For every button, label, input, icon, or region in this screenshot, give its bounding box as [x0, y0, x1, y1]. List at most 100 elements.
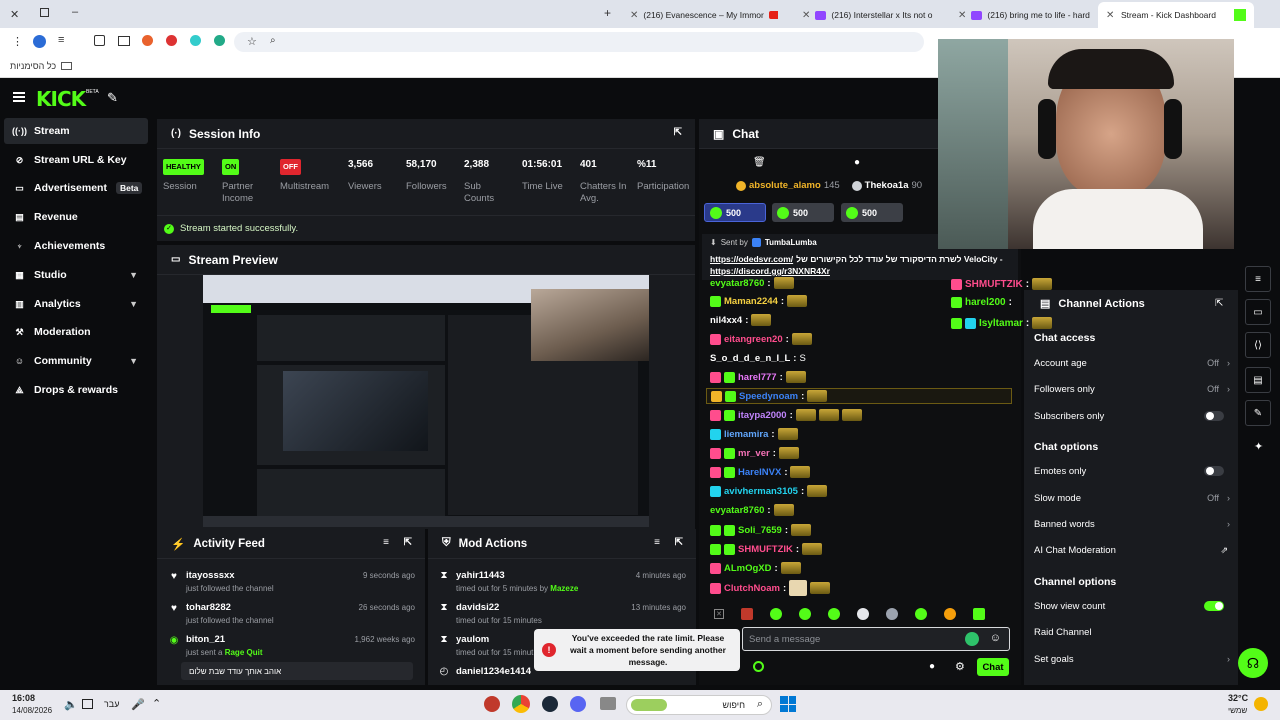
emote-icon[interactable]: [799, 608, 811, 620]
mod-action-user[interactable]: daniel1234e1414: [456, 666, 531, 677]
speaker-icon[interactable]: 🔈: [64, 698, 78, 711]
gift-pill[interactable]: 500: [704, 203, 766, 222]
top-gifter[interactable]: Thekoa1a 90: [851, 180, 922, 191]
show-view-count-toggle[interactable]: [1204, 601, 1224, 611]
clock-time[interactable]: 16:08: [12, 693, 35, 703]
mod-action-user[interactable]: yahir11443: [456, 570, 505, 581]
emote-icon[interactable]: [944, 608, 956, 620]
chat-username[interactable]: SHMUFTZIK: [738, 544, 793, 555]
close-window-icon[interactable]: ✕: [10, 8, 19, 21]
layout-list-icon[interactable]: ≡: [1245, 266, 1271, 292]
filter-icon[interactable]: ≡: [654, 537, 660, 548]
sidebar-item-drops-rewards[interactable]: ⟁ Drops & rewards: [4, 377, 148, 403]
sidebar-item-analytics[interactable]: ▥ Analytics ▼: [4, 291, 148, 317]
sidebar-item-advertisement[interactable]: ▭ Advertisement Beta: [4, 175, 148, 201]
zoom-icon[interactable]: ⌕: [270, 35, 276, 46]
cast-icon[interactable]: [118, 36, 130, 46]
apps-icon[interactable]: ✦: [1254, 440, 1263, 453]
send-chat-button[interactable]: Chat: [977, 658, 1009, 676]
emote-icon[interactable]: [857, 608, 869, 620]
chat-username[interactable]: Speedynoam: [739, 391, 798, 402]
chat-username[interactable]: SHMUFTZIK: [965, 279, 1023, 290]
language-indicator[interactable]: עבר: [104, 699, 119, 709]
emotes-only-toggle[interactable]: [1204, 466, 1224, 476]
chat-username[interactable]: harel777: [738, 372, 777, 383]
restore-window-icon[interactable]: [40, 8, 49, 17]
chat-widget-icon[interactable]: ▭: [1245, 299, 1271, 325]
app-icon[interactable]: [484, 696, 500, 712]
emote-icon[interactable]: [828, 608, 840, 620]
trash-icon[interactable]: 🗑: [753, 157, 766, 168]
browser-tab[interactable]: ✕ (216) Evanescence – My Immor: [622, 4, 778, 26]
popout-icon[interactable]: ⇱: [1215, 298, 1223, 309]
popout-icon[interactable]: ⇱: [404, 537, 412, 548]
clock-date[interactable]: 14/08/2026: [12, 706, 52, 715]
sidebar-item-community[interactable]: ☺ Community ▼: [4, 348, 148, 374]
chat-username[interactable]: Maman2244: [724, 296, 778, 307]
extensions-icon[interactable]: [94, 35, 105, 46]
popout-icon[interactable]: ⇱: [674, 127, 682, 138]
sidebar-item-stream[interactable]: ((·)) Stream: [4, 118, 148, 144]
chat-username[interactable]: avivherman3105: [724, 486, 798, 497]
set-goals-row[interactable]: Set goals ›: [1034, 649, 1230, 669]
all-bookmarks[interactable]: כל הסימניות: [10, 61, 73, 71]
extension-icon[interactable]: [142, 35, 153, 46]
chat-username[interactable]: eitangreen20: [724, 334, 783, 345]
sent-by-user[interactable]: TumbaLumba: [765, 238, 817, 247]
chat-username[interactable]: evyatar8760: [710, 505, 764, 516]
activity-user[interactable]: biton_21: [186, 634, 225, 645]
emote-icon[interactable]: [741, 608, 753, 620]
browser-tab[interactable]: ✕ (216) bring me to life - hard: [950, 4, 1090, 26]
activity-user[interactable]: tohar8282: [186, 602, 231, 613]
gift-pill[interactable]: 500: [841, 203, 903, 222]
gift-pill[interactable]: 500: [772, 203, 834, 222]
tab-close-icon[interactable]: ✕: [802, 10, 810, 21]
support-button[interactable]: ☊: [1238, 648, 1268, 678]
network-icon[interactable]: [82, 699, 93, 709]
chat-username[interactable]: S_o_d_d_e_n_I_L: [710, 353, 790, 364]
chat-username[interactable]: evyatar8760: [710, 278, 764, 289]
weather-temp[interactable]: 32°C: [1228, 693, 1248, 703]
chat-username[interactable]: Soli_7659: [738, 525, 782, 536]
account-age-row[interactable]: Account age Off ›: [1034, 353, 1230, 373]
star-icon[interactable]: ☆: [247, 35, 257, 48]
chat-username[interactable]: harel200: [965, 297, 1006, 308]
chat-bubble-icon[interactable]: ●: [929, 661, 935, 672]
menu-dots-icon[interactable]: ⋮: [12, 35, 23, 48]
sidebar-item-achievements[interactable]: ♆ Achievements: [4, 233, 148, 259]
extension-icon[interactable]: [214, 35, 225, 46]
chat-bubble-icon[interactable]: ●: [854, 157, 860, 168]
browser-tab-active[interactable]: ✕ Stream - Kick Dashboard: [1098, 2, 1254, 28]
chat-username[interactable]: nil4xx4: [710, 315, 742, 326]
followers-only-row[interactable]: Followers only Off ›: [1034, 379, 1230, 399]
emote-icon[interactable]: [973, 608, 985, 620]
mic-icon[interactable]: 🎤: [131, 698, 145, 711]
slow-mode-row[interactable]: Slow mode Off ›: [1034, 488, 1230, 508]
chat-username[interactable]: HareINVX: [738, 467, 781, 478]
chat-username[interactable]: liemamira: [724, 429, 768, 440]
mod-action-user[interactable]: davidsi22: [456, 602, 499, 613]
sidebar-item-moderation[interactable]: ⚒ Moderation: [4, 319, 148, 345]
emote-picker-icon[interactable]: [965, 632, 979, 646]
chat-username[interactable]: ClutchNoam: [724, 583, 780, 594]
settings-icon[interactable]: ⚙: [955, 660, 965, 673]
hamburger-menu-icon[interactable]: [13, 92, 25, 102]
stream-preview-video[interactable]: [203, 275, 649, 527]
sidebar-item-revenue[interactable]: ▤ Revenue: [4, 204, 148, 230]
extension-icon[interactable]: [190, 35, 201, 46]
stream-widget-icon[interactable]: ⟨⟩: [1245, 332, 1271, 358]
pinned-link[interactable]: https://odedsvr.com/: [710, 254, 793, 264]
tab-close-icon[interactable]: ✕: [958, 10, 966, 21]
file-explorer-icon[interactable]: [600, 697, 616, 710]
tab-close-icon[interactable]: ✕: [1106, 10, 1116, 21]
extension-icon[interactable]: [166, 35, 177, 46]
emoji-icon[interactable]: ☺: [990, 632, 1001, 644]
profile-avatar-icon[interactable]: [33, 35, 46, 48]
ai-moderation-row[interactable]: AI Chat Moderation ⇗: [1034, 540, 1230, 560]
emote-icon[interactable]: [770, 608, 782, 620]
sidebar-item-studio[interactable]: ▦ Studio ▼: [4, 262, 148, 288]
emote-icon[interactable]: [886, 608, 898, 620]
steam-icon[interactable]: [542, 696, 558, 712]
raid-channel-row[interactable]: Raid Channel: [1034, 622, 1230, 642]
top-gifter[interactable]: absolute_alamo 145: [736, 180, 840, 191]
